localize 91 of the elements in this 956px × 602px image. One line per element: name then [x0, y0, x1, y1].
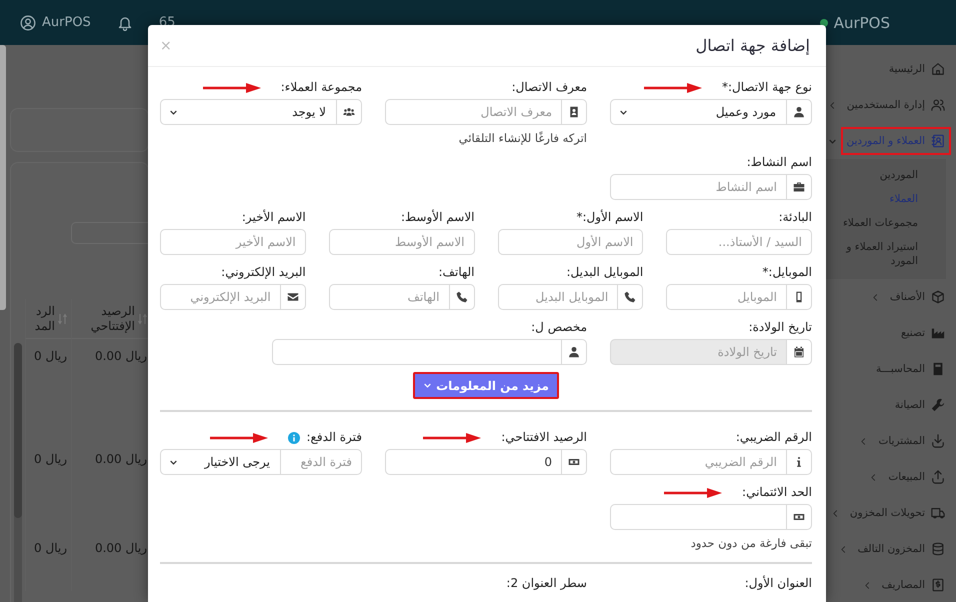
submenu-item[interactable]: مجموعات العملاء — [828, 211, 918, 235]
chevron-icon[interactable] — [830, 508, 840, 518]
box-icon — [931, 290, 945, 304]
sidebar-item[interactable]: تصنيع — [895, 319, 951, 347]
chevron-icon[interactable] — [870, 292, 880, 302]
banknote-icon — [568, 456, 580, 468]
banknote-icon — [793, 511, 805, 523]
sidebar-item[interactable]: الأصناف — [884, 283, 951, 311]
database-icon — [931, 542, 945, 556]
envelope-icon — [286, 291, 299, 303]
field-label: البادئة: — [778, 210, 812, 225]
column-header: الرصيد الإفتتاحي — [90, 304, 135, 334]
factory-icon — [931, 326, 945, 340]
field-label: الموبايل:* — [762, 265, 812, 280]
select-field[interactable]: يرجى الاختيار — [160, 449, 280, 475]
table-cell: ريال 0 — [34, 452, 67, 466]
briefcase-icon — [793, 181, 805, 193]
submenu-item[interactable]: استيراد العملاء و المورد — [828, 235, 918, 273]
sidebar-item[interactable]: تحويلات المخزون — [844, 499, 951, 527]
sidebar-item[interactable]: الصيانة — [888, 391, 951, 419]
sidebar-item[interactable]: المشتريات — [872, 427, 951, 455]
sidebar-item[interactable]: المبيعات — [882, 463, 951, 491]
sidebar-item[interactable]: العملاء و الموردين — [840, 127, 951, 155]
notification-bell-icon[interactable] — [116, 14, 133, 30]
table-cell: ريال 0.00 — [94, 349, 147, 363]
field-label: سطر العنوان 2: — [506, 576, 587, 591]
user-icon[interactable] — [20, 14, 36, 30]
field-label: معرف الاتصال: — [512, 80, 587, 95]
sidebar-item[interactable]: إدارة المستخدمين — [840, 91, 951, 119]
user-name[interactable]: AurPOS — [42, 15, 91, 30]
column-header: الرد المد — [34, 304, 55, 334]
select-field[interactable]: لا يوجد — [160, 99, 336, 125]
input-field[interactable]: 0 — [385, 449, 561, 475]
phone-icon — [624, 291, 636, 303]
sidebar-item[interactable]: الرئيسية — [882, 55, 951, 83]
chevron-icon[interactable] — [838, 544, 848, 554]
house-icon — [931, 62, 945, 76]
address-book-icon — [931, 134, 945, 148]
brand-name: AurPOS — [834, 14, 890, 32]
field-label: فترة الدفع: — [306, 430, 362, 445]
field-label: نوع جهة الاتصال:* — [722, 80, 812, 95]
field-label: الهاتف: — [438, 265, 474, 280]
close-button[interactable]: × — [158, 38, 174, 52]
group-icon — [343, 106, 355, 118]
receipt-icon — [931, 578, 945, 592]
sort-icon[interactable] — [58, 312, 67, 324]
field-label: تاريخ الولادة: — [748, 320, 812, 335]
id-card-icon — [568, 106, 580, 118]
select-field[interactable]: مورد وعميل — [610, 99, 786, 125]
caret-icon — [423, 381, 432, 390]
chevron-icon[interactable] — [828, 100, 837, 110]
field-label: اسم النشاط: — [746, 155, 812, 170]
help-text: تبقى فارغة من دون حدود — [690, 536, 812, 550]
submenu-item[interactable]: الموردين — [828, 163, 918, 187]
sidebar-item[interactable]: المخزون التالف — [852, 535, 951, 563]
sidebar-item[interactable]: المحاسبـــة — [870, 355, 951, 383]
table-cell: ريال 0.00 — [94, 452, 147, 466]
help-text: اتركه فارغًا للإنشاء التلقائي — [458, 131, 587, 145]
sidebar-item[interactable]: المصاريف — [876, 571, 951, 599]
download-icon — [931, 434, 945, 448]
info-icon[interactable] — [288, 432, 300, 444]
field-label: الاسم الأخير: — [242, 210, 306, 225]
book-icon — [931, 362, 945, 376]
field-label: البريد الإلكتروني: — [221, 265, 306, 280]
chevron-icon[interactable] — [862, 580, 872, 590]
page-scrollbar[interactable] — [0, 45, 6, 310]
sort-icon[interactable] — [138, 312, 147, 324]
field-label: الحد الائتماني: — [742, 485, 812, 500]
person-icon — [793, 106, 805, 118]
field-label: العنوان الأول: — [744, 576, 812, 591]
field-label: الرصيد الافتتاحي: — [501, 430, 587, 445]
phone-icon — [456, 291, 468, 303]
wrench-icon — [931, 398, 945, 412]
table-cell: ريال 0 — [34, 349, 67, 363]
field-label: الاسم الأول:* — [576, 210, 644, 225]
field-label: الرقم الضريبي: — [736, 430, 812, 445]
table-cell: ريال 0 — [34, 541, 67, 555]
field-label: الموبايل البديل: — [566, 265, 644, 280]
status-dot — [820, 18, 828, 26]
field-label: مخصص ل: — [531, 320, 587, 335]
field-label: الاسم الأوسط: — [401, 210, 474, 225]
truck-icon — [931, 506, 945, 520]
calendar-icon — [793, 346, 805, 358]
more-info-button[interactable]: مزيد من المعلومات — [413, 372, 559, 399]
upload-icon — [931, 470, 945, 484]
table-cell: ريال 0.00 — [94, 541, 147, 555]
dialog-title: إضافة جهة اتصال — [696, 36, 810, 55]
table-scrollbar[interactable] — [14, 343, 22, 602]
person-icon — [568, 346, 580, 358]
users-icon — [931, 98, 945, 112]
field-label: مجموعة العملاء: — [280, 80, 362, 95]
